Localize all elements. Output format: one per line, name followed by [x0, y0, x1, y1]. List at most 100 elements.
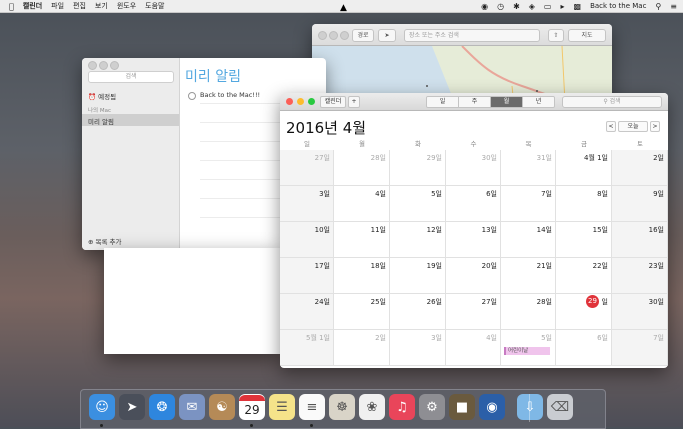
- maps-close-button[interactable]: [318, 31, 327, 40]
- menu-view[interactable]: 보기: [95, 1, 108, 11]
- reminders-minimize-button[interactable]: [99, 61, 108, 70]
- day-cell[interactable]: 18일: [334, 258, 390, 294]
- day-cell[interactable]: 10일: [280, 222, 334, 258]
- day-cell[interactable]: 16일: [612, 222, 668, 258]
- prev-month-button[interactable]: <: [606, 121, 616, 132]
- menubar-user-name[interactable]: Back to the Mac: [590, 2, 646, 10]
- tab-day[interactable]: 일: [427, 97, 459, 107]
- timemachine-icon[interactable]: ◷: [497, 2, 504, 11]
- day-cell[interactable]: 17일: [280, 258, 334, 294]
- trash-icon[interactable]: ⌫: [547, 394, 573, 420]
- day-cell[interactable]: 2일: [334, 330, 390, 366]
- day-cell[interactable]: 25일: [334, 294, 390, 330]
- maps-search-input[interactable]: 장소 또는 주소 검색: [404, 29, 540, 42]
- downloads-icon[interactable]: ⇩: [517, 394, 543, 420]
- quicktime-icon[interactable]: ■: [449, 394, 475, 420]
- reminders-icon[interactable]: ≡: [299, 394, 325, 420]
- calendar-close-button[interactable]: [286, 98, 293, 105]
- day-cell[interactable]: 6일: [446, 186, 501, 222]
- menu-help[interactable]: 도움말: [145, 1, 164, 11]
- day-cell[interactable]: 24일: [280, 294, 334, 330]
- preview-icon[interactable]: ☸: [329, 394, 355, 420]
- menu-app-calendar[interactable]: 캘린더: [23, 1, 42, 11]
- day-cell[interactable]: 31일: [501, 150, 556, 186]
- day-cell[interactable]: 27일: [446, 294, 501, 330]
- day-cell[interactable]: 3일: [280, 186, 334, 222]
- calendar-minimize-button[interactable]: [297, 98, 304, 105]
- calendar-event[interactable]: 어린이날: [504, 347, 550, 355]
- day-cell[interactable]: 15일: [556, 222, 612, 258]
- day-cell[interactable]: 8일: [556, 186, 612, 222]
- tab-month[interactable]: 월: [491, 97, 523, 107]
- reminders-zoom-button[interactable]: [110, 61, 119, 70]
- safari-icon[interactable]: ❂: [149, 394, 175, 420]
- day-cell[interactable]: 28일: [501, 294, 556, 330]
- maps-location-button[interactable]: ➤: [378, 29, 396, 42]
- launchpad-icon[interactable]: ➤: [119, 394, 145, 420]
- menu-edit[interactable]: 편집: [73, 1, 86, 11]
- airplay-icon[interactable]: ▭: [544, 2, 552, 11]
- reminder-checkbox[interactable]: [188, 92, 196, 100]
- day-cell[interactable]: 6일: [556, 330, 612, 366]
- day-cell[interactable]: 13일: [446, 222, 501, 258]
- today-button[interactable]: 오늘: [618, 121, 648, 132]
- day-cell[interactable]: 9일: [612, 186, 668, 222]
- day-cell[interactable]: 21일: [501, 258, 556, 294]
- menu-file[interactable]: 파일: [51, 1, 64, 11]
- day-cell[interactable]: 5일: [390, 186, 446, 222]
- record-icon[interactable]: ◉: [481, 2, 488, 11]
- tab-year[interactable]: 년: [523, 97, 554, 107]
- mail-icon[interactable]: ✉: [179, 394, 205, 420]
- menu-window[interactable]: 윈도우: [117, 1, 136, 11]
- day-cell[interactable]: 30일: [446, 150, 501, 186]
- day-cell[interactable]: 4일: [334, 186, 390, 222]
- finder-icon[interactable]: ☺: [89, 394, 115, 420]
- day-cell[interactable]: 2일: [612, 150, 668, 186]
- maps-mode-select[interactable]: 지도: [568, 29, 606, 42]
- day-cell[interactable]: 7일: [612, 330, 668, 366]
- calendars-button[interactable]: 캘린더: [320, 96, 346, 108]
- next-month-button[interactable]: >: [650, 121, 660, 132]
- reminders-close-button[interactable]: [88, 61, 97, 70]
- day-cell[interactable]: 12일: [390, 222, 446, 258]
- sidebar-item-scheduled[interactable]: ⏰ 예정됨: [88, 91, 116, 101]
- maps-minimize-button[interactable]: [329, 31, 338, 40]
- day-cell[interactable]: 3일: [390, 330, 446, 366]
- day-cell[interactable]: 4월 1일: [556, 150, 612, 186]
- maps-share-icon[interactable]: ⇧: [548, 29, 564, 42]
- day-cell[interactable]: 5월 1일: [280, 330, 334, 366]
- calendar-search-input[interactable]: ⚲ 검색: [562, 96, 662, 108]
- spotlight-icon[interactable]: ⚲: [655, 2, 661, 11]
- reminder-item-text[interactable]: Back to the Mac!!!: [200, 91, 260, 99]
- bluetooth-icon[interactable]: ✱: [513, 2, 520, 11]
- day-cell[interactable]: 14일: [501, 222, 556, 258]
- photos-icon[interactable]: ❀: [359, 394, 385, 420]
- day-cell[interactable]: 4일: [446, 330, 501, 366]
- contacts-icon[interactable]: ☯: [209, 394, 235, 420]
- itunes-icon[interactable]: ♫: [389, 394, 415, 420]
- calendar-zoom-button[interactable]: [308, 98, 315, 105]
- day-cell[interactable]: 28일: [334, 150, 390, 186]
- day-cell[interactable]: 22일: [556, 258, 612, 294]
- tab-week[interactable]: 주: [459, 97, 491, 107]
- add-event-button[interactable]: +: [348, 96, 360, 108]
- wifi-icon[interactable]: ◈: [529, 2, 535, 11]
- day-cell[interactable]: 23일: [612, 258, 668, 294]
- day-cell[interactable]: 7일: [501, 186, 556, 222]
- volume-icon[interactable]: ▸: [560, 2, 564, 11]
- day-cell[interactable]: 29일: [390, 150, 446, 186]
- sidebar-item-reminders[interactable]: 미리 알림: [88, 116, 114, 126]
- user-icon[interactable]: ▩: [574, 2, 582, 11]
- apple-menu-icon[interactable]: : [9, 2, 14, 11]
- add-list-button[interactable]: ⊕ 목록 추가: [88, 236, 122, 246]
- day-cell[interactable]: 5일 어린이날: [501, 330, 556, 366]
- reminders-search-input[interactable]: 검색: [88, 71, 174, 83]
- notes-icon[interactable]: ☰: [269, 394, 295, 420]
- day-cell[interactable]: 19일: [390, 258, 446, 294]
- system-preferences-icon[interactable]: ⚙: [419, 394, 445, 420]
- day-cell[interactable]: 20일: [446, 258, 501, 294]
- day-cell[interactable]: 29일: [556, 294, 612, 330]
- day-cell[interactable]: 30일: [612, 294, 668, 330]
- notification-center-icon[interactable]: ≡: [670, 2, 677, 11]
- day-cell[interactable]: 11일: [334, 222, 390, 258]
